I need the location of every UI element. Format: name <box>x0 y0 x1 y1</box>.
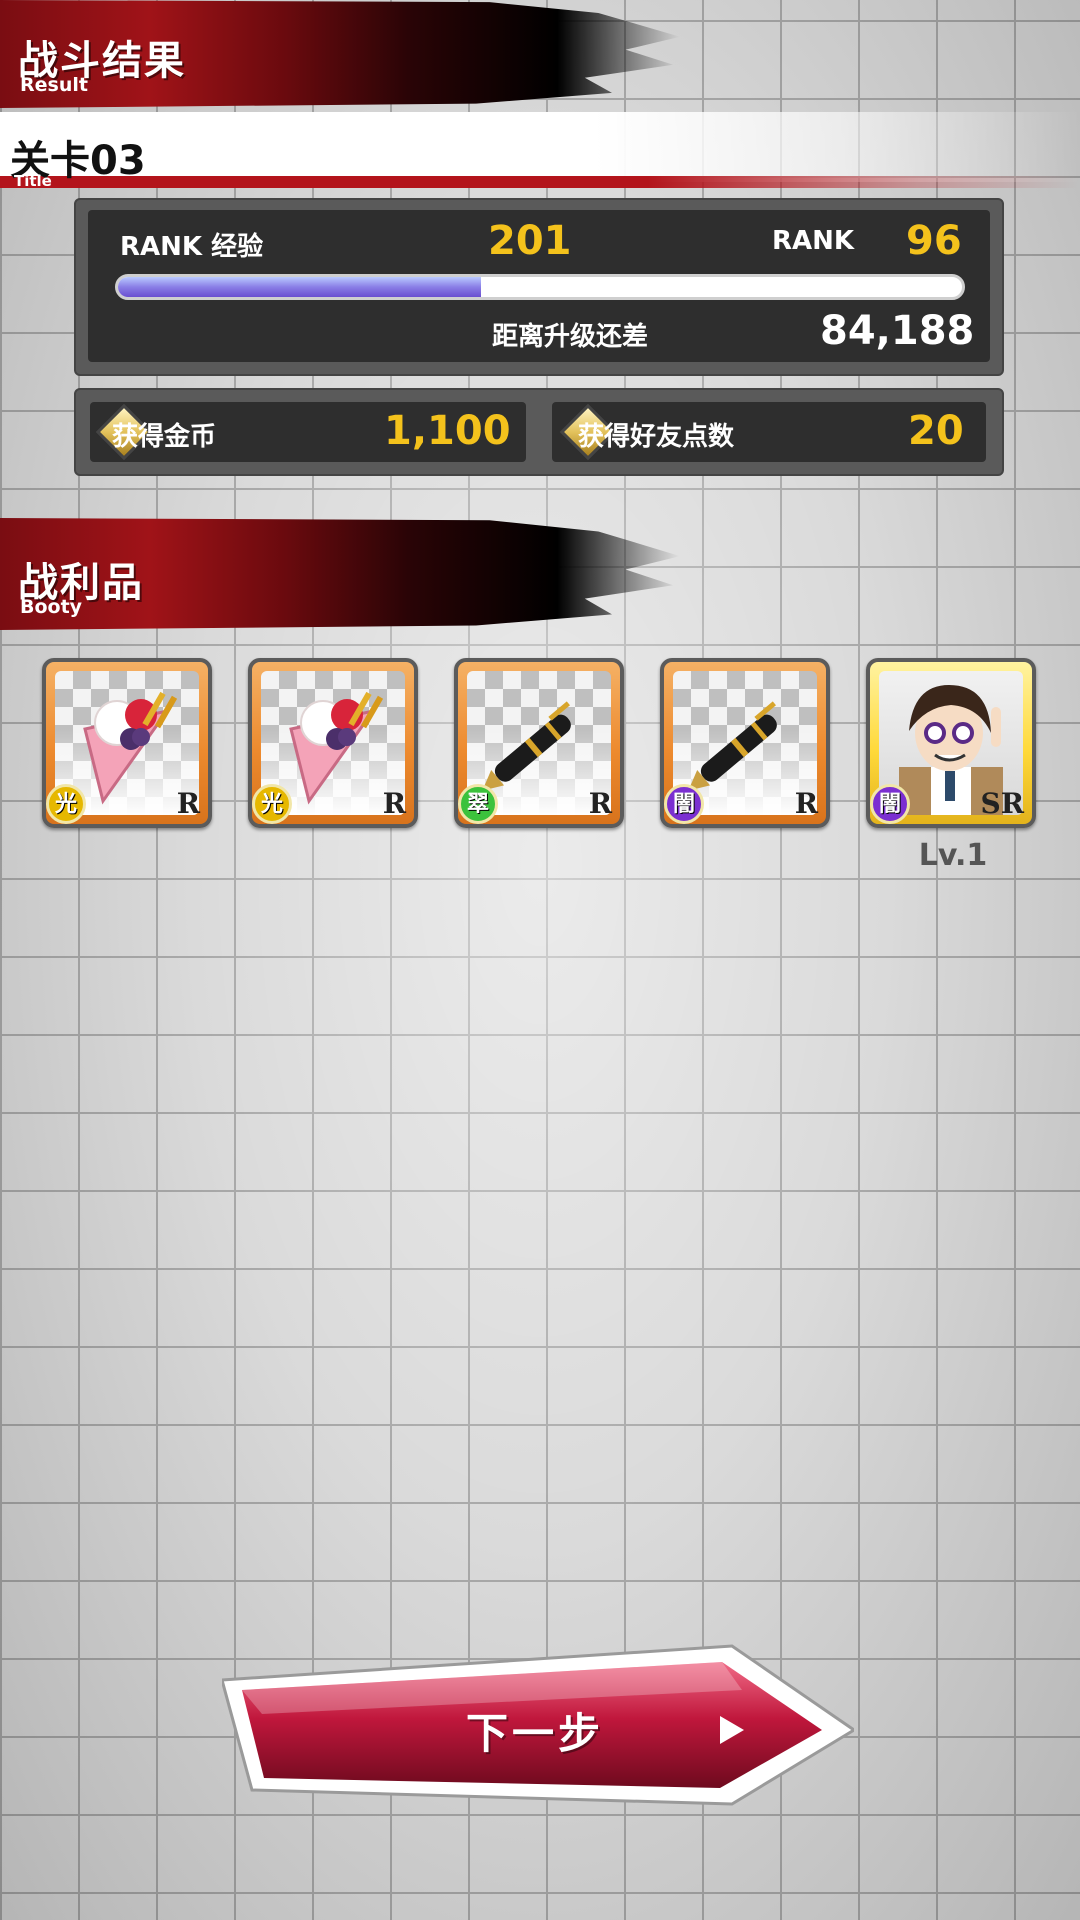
stage-title-bar <box>0 112 1080 182</box>
rarity-label: R <box>382 787 406 820</box>
result-header-subtitle: Result <box>20 74 88 96</box>
rarity-label: R <box>588 787 612 820</box>
rank-value: 96 <box>906 218 962 264</box>
booty-item-3[interactable]: 翠 R <box>454 658 624 828</box>
rarity-label: R <box>794 787 818 820</box>
stage-subtitle: Title <box>14 172 52 190</box>
to-next-level-value: 84,188 <box>820 308 975 354</box>
rarity-label: R <box>176 787 200 820</box>
coins-label: 获得金币 <box>112 422 217 452</box>
rank-exp-value: 201 <box>488 218 572 264</box>
character-level-label: Lv.1 <box>918 838 988 873</box>
stage-title-underline <box>0 176 1080 188</box>
booty-header-subtitle: Booty <box>20 596 83 618</box>
booty-item-2[interactable]: 光 R <box>248 658 418 828</box>
to-next-level-label: 距离升级还差 <box>492 322 649 352</box>
rarity-label: SR <box>980 787 1025 820</box>
booty-item-1[interactable]: 光 R <box>42 658 212 828</box>
attribute-badge: 翠 <box>458 784 498 824</box>
attribute-badge: 闇 <box>664 784 704 824</box>
booty-item-4[interactable]: 闇 R <box>660 658 830 828</box>
rank-exp-progress-bar <box>115 274 965 300</box>
booty-item-5[interactable]: 闇 SR <box>866 658 1036 828</box>
attribute-badge: 光 <box>46 784 86 824</box>
rank-exp-label: RANK 经验 <box>120 232 264 262</box>
coins-value: 1,100 <box>384 408 511 454</box>
rank-exp-progress-fill <box>118 277 481 297</box>
next-button-label: 下一步 <box>465 1709 604 1758</box>
rank-label: RANK <box>772 226 855 256</box>
attribute-badge: 光 <box>252 784 292 824</box>
attribute-badge: 闇 <box>870 784 910 824</box>
friend-points-value: 20 <box>908 408 964 454</box>
friend-points-label: 获得好友点数 <box>578 422 735 452</box>
